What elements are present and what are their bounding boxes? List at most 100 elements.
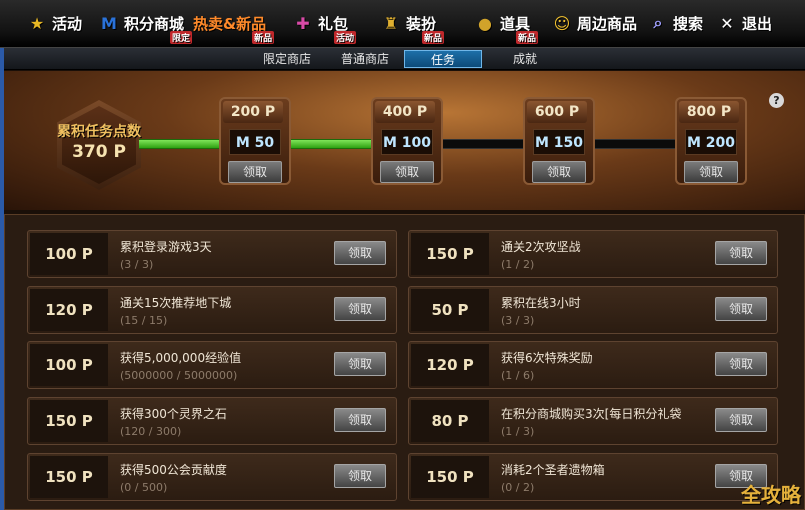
tab-bar: 限定商店 普通商店 任务 成就	[0, 48, 805, 70]
task-points: 80 P	[411, 400, 489, 442]
task-card: 80 P 在积分商城购买3次[每日积分礼袋 (1 / 3) 领取	[408, 397, 778, 445]
trophy-icon: ♜	[383, 13, 399, 33]
task-claim-button[interactable]: 领取	[715, 241, 767, 265]
task-card: 100 P 累积登录游戏3天 (3 / 3) 领取	[27, 230, 397, 278]
task-claim-button[interactable]: 领取	[334, 408, 386, 432]
nav-points-mall-sub: 限定	[170, 30, 193, 44]
milestone-800: 800 P M 200 领取	[675, 97, 747, 191]
total-points-label: 累积任务点数	[57, 124, 141, 140]
task-progress: (5000000 / 5000000)	[120, 369, 238, 382]
task-progress: (1 / 3)	[501, 425, 535, 438]
milestone-claim-button[interactable]: 领取	[228, 161, 282, 183]
milestone-600: 600 P M 150 领取	[523, 97, 595, 191]
nav-exit[interactable]: ✕ 退出	[716, 8, 772, 38]
m-logo-icon: M	[101, 13, 117, 33]
task-title: 消耗2个圣者遗物箱	[501, 463, 605, 477]
task-progress: (3 / 3)	[501, 314, 535, 327]
task-title: 在积分商城购买3次[每日积分礼袋	[501, 407, 682, 421]
task-claim-button[interactable]: 领取	[334, 352, 386, 376]
task-card: 50 P 累积在线3小时 (3 / 3) 领取	[408, 286, 778, 334]
star-icon: ★	[29, 13, 45, 33]
nav-gift-sub: 活动	[334, 30, 357, 44]
task-points: 150 P	[30, 400, 108, 442]
progress-segment-2	[290, 139, 373, 149]
close-icon: ✕	[720, 13, 734, 33]
tab-normal-shop[interactable]: 普通商店	[330, 50, 400, 68]
task-card: 120 P 获得6次特殊奖励 (1 / 6) 领取	[408, 341, 778, 389]
progress-segment-4	[594, 139, 677, 149]
milestone-400: 400 P M 100 领取	[371, 97, 443, 191]
task-title: 通关2次攻坚战	[501, 240, 581, 254]
nav-search[interactable]: ⌕ 搜索	[647, 8, 704, 38]
milestone-claim-button[interactable]: 领取	[380, 161, 434, 183]
nav-hot-new-label: 热卖&新品	[193, 14, 267, 33]
milestone-reward: M 150	[533, 129, 585, 155]
task-title: 获得5,000,000经验值	[120, 351, 242, 365]
task-points: 150 P	[411, 233, 489, 275]
nav-merch-label: 周边商品	[577, 14, 638, 33]
milestone-claim-button[interactable]: 领取	[684, 161, 738, 183]
milestone-points: 200 P	[223, 101, 283, 123]
task-points: 150 P	[30, 456, 108, 498]
milestone-reward: M 100	[381, 129, 433, 155]
nav-merch[interactable]: ☺ 周边商品	[551, 8, 637, 38]
smiley-icon: ☺	[553, 13, 571, 33]
nav-exit-label: 退出	[742, 14, 773, 33]
task-title: 累积登录游戏3天	[120, 240, 212, 254]
nav-gift-label: 礼包	[318, 14, 349, 33]
task-progress: (0 / 2)	[501, 481, 535, 494]
task-card: 150 P 消耗2个圣者遗物箱 (0 / 2) 领取	[408, 453, 778, 501]
task-progress: (1 / 2)	[501, 258, 535, 271]
task-points: 120 P	[411, 344, 489, 386]
coin-icon: ●	[478, 13, 492, 33]
task-title: 获得6次特殊奖励	[501, 351, 593, 365]
task-points: 100 P	[30, 233, 108, 275]
watermark: 全攻略	[741, 483, 801, 507]
task-card: 150 P 获得300个灵界之石 (120 / 300) 领取	[27, 397, 397, 445]
task-claim-button[interactable]: 领取	[715, 408, 767, 432]
progress-segment-1	[139, 139, 221, 149]
nav-gift[interactable]: ✚ 礼包 活动	[292, 8, 357, 44]
task-points: 100 P	[30, 344, 108, 386]
task-progress: (1 / 6)	[501, 369, 535, 382]
tab-achievements[interactable]: 成就	[490, 50, 560, 68]
task-claim-button[interactable]: 领取	[334, 464, 386, 488]
milestone-points: 800 P	[679, 101, 739, 123]
task-progress: (120 / 300)	[120, 425, 182, 438]
task-claim-button[interactable]: 领取	[715, 297, 767, 321]
milestone-points: 600 P	[527, 101, 587, 123]
nav-items[interactable]: ● 道具 新品	[474, 8, 539, 44]
top-navigation: ★ 活动 M 积分商城 限定 热卖&新品 新品 ✚ 礼包 活动 ♜ 装扮 新品 ● 道具…	[0, 0, 805, 48]
nav-items-sub: 新品	[516, 30, 539, 44]
task-points: 50 P	[411, 289, 489, 331]
progress-segment-3	[442, 139, 525, 149]
task-card: 150 P 通关2次攻坚战 (1 / 2) 领取	[408, 230, 778, 278]
nav-items-label: 道具	[500, 14, 531, 33]
milestone-200: 200 P M 50 领取	[219, 97, 291, 191]
tab-limited-shop[interactable]: 限定商店	[252, 50, 322, 68]
nav-activity[interactable]: ★ 活动	[26, 8, 82, 38]
task-title: 获得300个灵界之石	[120, 407, 227, 421]
milestone-reward: M 200	[685, 129, 737, 155]
nav-hot-new[interactable]: 热卖&新品 新品	[193, 8, 275, 44]
nav-points-mall[interactable]: M 积分商城 限定	[98, 8, 193, 44]
task-card: 150 P 获得500公会贡献度 (0 / 500) 领取	[27, 453, 397, 501]
task-points: 120 P	[30, 289, 108, 331]
task-claim-button[interactable]: 领取	[334, 297, 386, 321]
task-card: 100 P 获得5,000,000经验值 (5000000 / 5000000)…	[27, 341, 397, 389]
gift-icon: ✚	[296, 13, 310, 33]
nav-points-mall-label: 积分商城	[124, 14, 185, 33]
help-icon[interactable]: ?	[769, 93, 784, 108]
milestone-claim-button[interactable]: 领取	[532, 161, 586, 183]
nav-costume-label: 装扮	[406, 14, 437, 33]
task-progress: (15 / 15)	[120, 314, 168, 327]
tab-tasks[interactable]: 任务	[404, 50, 482, 68]
task-card: 120 P 通关15次推荐地下城 (15 / 15) 领取	[27, 286, 397, 334]
task-title: 通关15次推荐地下城	[120, 296, 232, 310]
nav-activity-label: 活动	[52, 14, 83, 33]
task-claim-button[interactable]: 领取	[334, 241, 386, 265]
task-points: 150 P	[411, 456, 489, 498]
task-claim-button[interactable]: 领取	[715, 352, 767, 376]
nav-costume[interactable]: ♜ 装扮 新品	[380, 8, 445, 44]
nav-search-label: 搜索	[673, 14, 704, 33]
